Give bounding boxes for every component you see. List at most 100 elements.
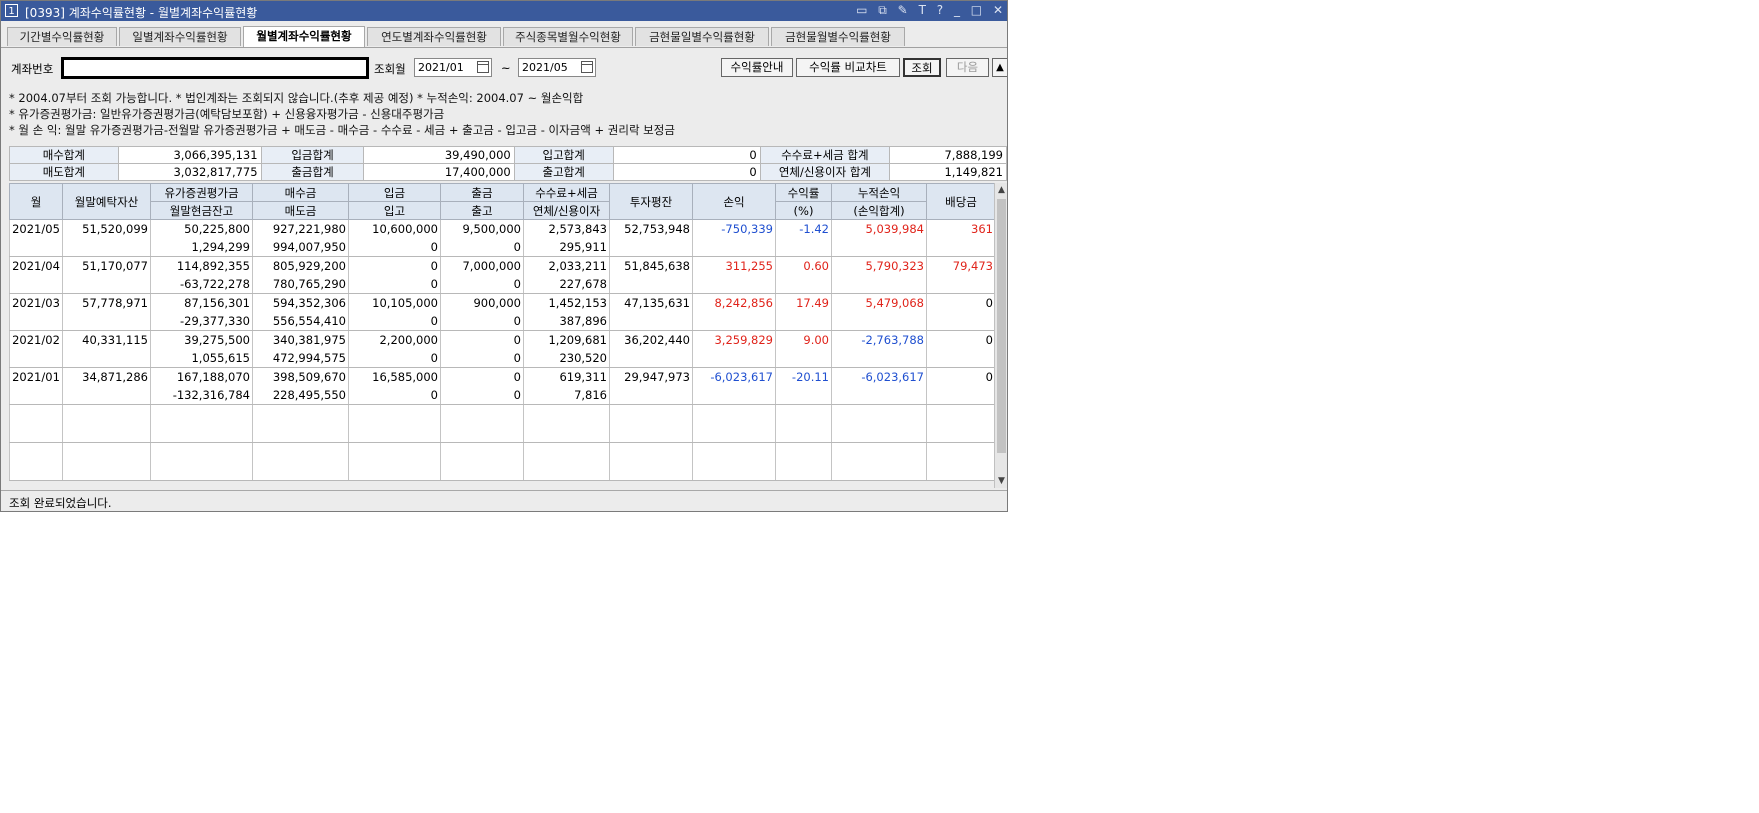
empty-cell	[831, 275, 927, 294]
header-cumulative-pnl-sum: (손익합계)	[831, 201, 927, 220]
summary-value: 1,149,821	[889, 163, 1007, 181]
font-size-icon[interactable]: T	[919, 3, 926, 17]
empty-cell	[609, 238, 693, 257]
notes: * 2004.07부터 조회 가능합니다. * 법인계좌는 조회되지 않습니다.…	[9, 90, 675, 138]
empty-cell	[9, 238, 63, 257]
eval-cell: 39,275,500	[150, 330, 253, 349]
empty-cell	[62, 349, 151, 368]
table-row[interactable]: 2021/02 40,331,115 39,275,500 340,381,97…	[9, 330, 996, 349]
status-message: 조회 완료되었습니다.	[9, 496, 112, 510]
maximize-icon[interactable]: □	[971, 3, 982, 17]
empty-cell	[62, 275, 151, 294]
empty-cell	[62, 312, 151, 331]
stock-in-cell: 0	[348, 386, 441, 405]
scroll-down-icon[interactable]: ▼	[995, 474, 1007, 488]
scroll-thumb[interactable]	[997, 199, 1006, 453]
cumulative-cell: -2,763,788	[831, 330, 927, 349]
empty-cell	[62, 238, 151, 257]
next-button[interactable]: 다음	[946, 58, 989, 77]
tab-yearly-account-return[interactable]: 연도별계좌수익률현황	[367, 27, 501, 46]
avg-cell: 29,947,973	[609, 367, 693, 386]
empty-cell	[831, 349, 927, 368]
empty-cell	[692, 312, 776, 331]
deposit-cell: 57,778,971	[62, 293, 151, 312]
tab-bar: 기간별수익률현황 일별계좌수익률현황 월별계좌수익률현황 연도별계좌수익률현황 …	[1, 26, 1007, 48]
tab-gold-daily-return[interactable]: 금현물일별수익률현황	[635, 27, 769, 46]
close-icon[interactable]: ✕	[993, 3, 1003, 17]
summary-label: 입금합계	[260, 146, 365, 164]
table-row-empty[interactable]	[9, 404, 996, 443]
minimize-icon[interactable]: _	[954, 3, 960, 17]
table-row[interactable]: 2021/01 34,871,286 167,188,070 398,509,6…	[9, 367, 996, 386]
deposit-cell: 34,871,286	[62, 367, 151, 386]
help-icon[interactable]: ?	[937, 3, 943, 17]
header-stock-in: 입고	[348, 201, 441, 220]
interest-cell: 227,678	[523, 275, 610, 294]
empty-cell	[9, 442, 63, 481]
stock-out-cell: 0	[440, 275, 524, 294]
return-compare-chart-button[interactable]: 수익률 비교차트	[796, 58, 900, 77]
query-month-label: 조회월	[374, 62, 406, 76]
table-row[interactable]: -63,722,278 780,765,290 0 0 227,678	[9, 275, 996, 294]
status-bar: 조회 완료되었습니다.	[1, 490, 1007, 511]
stock-out-cell: 0	[440, 386, 524, 405]
sell-cell: 472,994,575	[252, 349, 349, 368]
summary-label: 수수료+세금 합계	[759, 146, 891, 164]
pnl-cell: 311,255	[692, 256, 776, 275]
edit-icon[interactable]: ✎	[898, 3, 908, 17]
summary-value: 3,032,817,775	[117, 163, 262, 181]
empty-cell	[692, 442, 776, 481]
interest-cell: 230,520	[523, 349, 610, 368]
header-deposit-in: 입금	[348, 183, 441, 202]
vertical-scrollbar[interactable]: ▲ ▼	[994, 183, 1007, 488]
month-cell: 2021/02	[9, 330, 63, 349]
header-interest: 연체/신용이자	[523, 201, 610, 220]
empty-cell	[252, 404, 349, 443]
sell-cell: 556,554,410	[252, 312, 349, 331]
layout-icon[interactable]: ▭	[856, 3, 867, 17]
withdraw-cell: 900,000	[440, 293, 524, 312]
account-number-field[interactable]	[61, 57, 369, 79]
tab-daily-account-return[interactable]: 일별계좌수익률현황	[119, 27, 241, 46]
empty-cell	[926, 349, 996, 368]
tab-monthly-account-return[interactable]: 월별계좌수익률현황	[243, 26, 365, 47]
table-row[interactable]: 2021/03 57,778,971 87,156,301 594,352,30…	[9, 293, 996, 312]
empty-cell	[9, 386, 63, 405]
table-row[interactable]: 1,294,299 994,007,950 0 0 295,911	[9, 238, 996, 257]
cumulative-cell: 5,479,068	[831, 293, 927, 312]
cash-cell: -63,722,278	[150, 275, 253, 294]
buy-cell: 805,929,200	[252, 256, 349, 275]
table-row[interactable]: 2021/05 51,520,099 50,225,800 927,221,98…	[9, 219, 996, 238]
tab-stock-monthly-return[interactable]: 주식종목별월수익현황	[503, 27, 633, 46]
table-row-empty[interactable]	[9, 442, 996, 481]
title-bar: 1 [0393] 계좌수익률현황 - 월별계좌수익률현황 ▭ ⧉ ✎ T ? _…	[1, 1, 1007, 21]
table-row[interactable]: 1,055,615 472,994,575 0 0 230,520	[9, 349, 996, 368]
empty-cell	[775, 386, 832, 405]
table-row[interactable]: -29,377,330 556,554,410 0 0 387,896	[9, 312, 996, 331]
summary-table: 매수합계 3,066,395,131 입금합계 39,490,000 입고합계 …	[9, 146, 1007, 181]
deposit-in-cell: 10,105,000	[348, 293, 441, 312]
from-month-field[interactable]: 2021/01	[414, 58, 492, 77]
empty-cell	[523, 404, 610, 443]
to-month-value: 2021/05	[522, 61, 568, 74]
table-row[interactable]: 2021/04 51,170,077 114,892,355 805,929,2…	[9, 256, 996, 275]
empty-cell	[9, 404, 63, 443]
withdraw-cell: 9,500,000	[440, 219, 524, 238]
scroll-up-icon[interactable]: ▲	[995, 183, 1007, 197]
return-guide-button[interactable]: 수익률안내	[721, 58, 793, 77]
to-month-field[interactable]: 2021/05	[518, 58, 596, 77]
calendar-icon[interactable]	[477, 61, 489, 73]
tab-gold-monthly-return[interactable]: 금현물월별수익률현황	[771, 27, 905, 46]
buy-cell: 340,381,975	[252, 330, 349, 349]
interest-cell: 7,816	[523, 386, 610, 405]
table-row[interactable]: -132,316,784 228,495,550 0 0 7,816	[9, 386, 996, 405]
calendar-icon[interactable]	[581, 61, 593, 73]
tab-period-return[interactable]: 기간별수익률현황	[7, 27, 117, 46]
duplicate-window-icon[interactable]: ⧉	[878, 3, 887, 18]
fee-cell: 1,452,153	[523, 293, 610, 312]
app-window: 1 [0393] 계좌수익률현황 - 월별계좌수익률현황 ▭ ⧉ ✎ T ? _…	[0, 0, 1008, 512]
withdraw-cell: 0	[440, 330, 524, 349]
empty-cell	[926, 238, 996, 257]
collapse-up-button[interactable]: ▲	[992, 58, 1007, 77]
search-button[interactable]: 조회	[903, 58, 941, 77]
